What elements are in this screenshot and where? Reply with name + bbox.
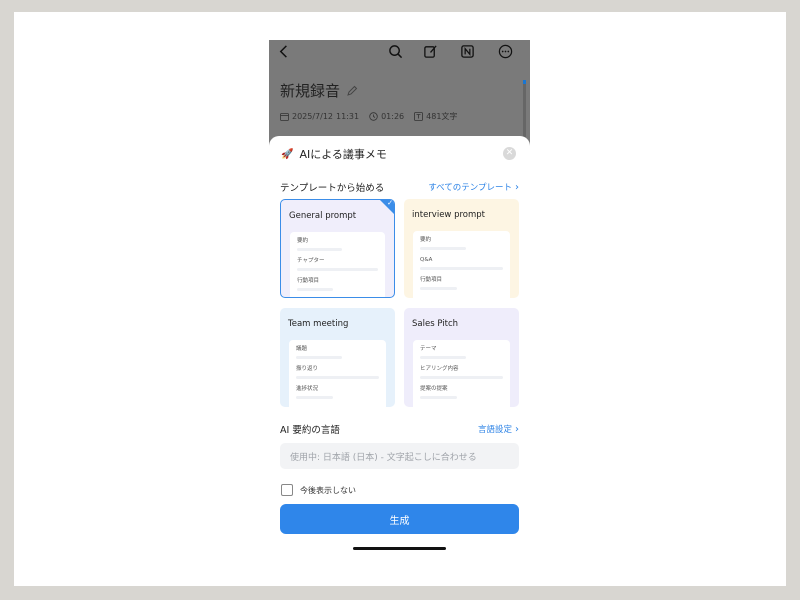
card-preview: 要約 チャプター 行動項目 [290, 232, 385, 297]
language-section-header: AI 要約の言語 言語設定 › [280, 422, 519, 437]
card-preview: 要約 Q&A 行動項目 [413, 231, 510, 298]
dont-show-again-row[interactable]: 今後表示しない [281, 484, 356, 496]
text-icon [414, 112, 424, 121]
background-screen: 新規録音 2025/7/12 11:31 01:26 481文字 [269, 40, 530, 150]
home-indicator[interactable] [353, 547, 446, 550]
char-count-meta: 481文字 [414, 111, 457, 122]
edit-note-icon[interactable] [422, 43, 438, 59]
template-section-header: テンプレートから始める すべてのテンプレート › [280, 180, 519, 195]
close-button[interactable]: ✕ [503, 147, 516, 160]
language-section-label: AI 要約の言語 [280, 425, 340, 436]
chevron-right-icon: › [515, 423, 519, 435]
duration-meta: 01:26 [369, 112, 404, 121]
chevron-right-icon: › [515, 181, 519, 193]
calendar-icon [280, 113, 289, 121]
language-selector[interactable]: 使用中: 日本語 (日本) - 文字起こしに合わせる [280, 443, 519, 469]
clock-icon [369, 112, 378, 121]
top-navbar [269, 40, 530, 64]
template-card-general-prompt[interactable]: General prompt 要約 チャプター 行動項目 ✓ [280, 199, 395, 298]
card-title: General prompt [289, 211, 357, 221]
more-icon[interactable] [497, 43, 513, 59]
back-icon[interactable] [276, 43, 292, 59]
card-preview: テーマ ヒアリング内容 提案の提案 [413, 340, 510, 407]
search-icon[interactable] [387, 43, 403, 59]
phone-screen: 新規録音 2025/7/12 11:31 01:26 481文字 🚀 AIによる… [269, 40, 530, 564]
date-meta: 2025/7/12 11:31 [280, 112, 359, 121]
pencil-icon[interactable] [346, 85, 358, 97]
card-title: Team meeting [288, 319, 349, 329]
card-title: Sales Pitch [412, 319, 459, 329]
card-title: interview prompt [412, 210, 485, 220]
sheet-title: AIによる議事メモ [299, 148, 387, 161]
recording-title: 新規録音 [280, 80, 358, 101]
all-templates-link[interactable]: すべてのテンプレート › [428, 181, 519, 194]
generate-button[interactable]: 生成 [280, 504, 519, 534]
language-settings-link[interactable]: 言語設定 › [478, 423, 519, 436]
dont-show-label: 今後表示しない [300, 485, 356, 495]
notion-icon[interactable] [459, 43, 475, 59]
ai-notes-sheet: 🚀 AIによる議事メモ ✕ テンプレートから始める すべてのテンプレート › G… [269, 136, 530, 564]
dont-show-checkbox[interactable] [281, 484, 293, 496]
rocket-icon: 🚀 [281, 148, 294, 160]
template-card-sales-pitch[interactable]: Sales Pitch テーマ ヒアリング内容 提案の提案 [404, 308, 519, 407]
template-section-label: テンプレートから始める [280, 183, 385, 194]
check-icon: ✓ [387, 199, 393, 207]
template-card-team-meeting[interactable]: Team meeting 議題 振り返り 進捗状況 [280, 308, 395, 407]
sheet-header: 🚀 AIによる議事メモ ✕ [281, 146, 518, 162]
template-card-interview-prompt[interactable]: interview prompt 要約 Q&A 行動項目 [404, 199, 519, 298]
card-preview: 議題 振り返り 進捗状況 [289, 340, 386, 407]
recording-meta: 2025/7/12 11:31 01:26 481文字 [280, 111, 457, 122]
